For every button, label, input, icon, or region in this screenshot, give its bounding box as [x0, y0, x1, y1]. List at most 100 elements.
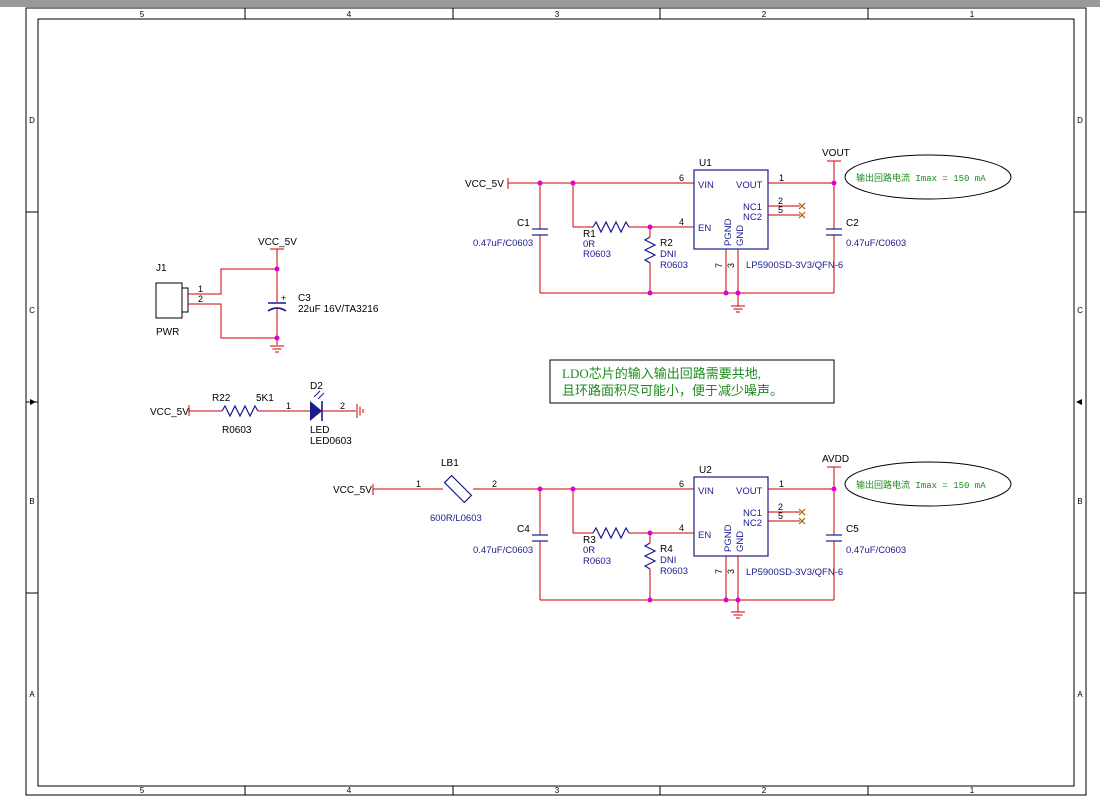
u1-pin1: 1 [779, 173, 784, 183]
led-indicator-block: VCC_5V R22 5K1 R0603 1 2 D2 LED LED0603 [150, 381, 364, 447]
zone-col-label: 2 [762, 10, 767, 19]
u2-ref: U2 [699, 465, 712, 476]
c1-ref: C1 [517, 218, 530, 229]
u2-nc2-pin: NC2 [743, 518, 762, 529]
r2-ref: R2 [660, 238, 673, 249]
u2-gnd-pin: GND [735, 531, 746, 552]
r4-ref: R4 [660, 544, 673, 555]
r2-footprint: R0603 [660, 260, 688, 271]
u2-pin5: 5 [778, 511, 783, 521]
c5-ref: C5 [846, 524, 859, 535]
ground-symbol [730, 305, 746, 313]
r3-footprint: R0603 [583, 556, 611, 567]
d2-ref: D2 [310, 381, 323, 392]
zone-row-label: B [1077, 497, 1082, 506]
layout-note-line1: LDO芯片的输入输出回路需要共地, [562, 366, 761, 381]
c4-ref: C4 [517, 524, 530, 535]
u2-pin6: 6 [679, 479, 684, 489]
u1-vin-pin: VIN [698, 180, 714, 191]
ground-symbol [730, 611, 746, 619]
u1-pin4: 4 [679, 217, 684, 227]
outer-frame [25, 7, 1087, 796]
zone-col-label: 1 [970, 786, 975, 795]
j1-pin2: 2 [198, 294, 203, 304]
ground-symbol [269, 345, 285, 353]
zone-row-label: D [1077, 116, 1083, 125]
net-label-vcc: VCC_5V [258, 237, 297, 248]
j1-value: PWR [156, 327, 179, 338]
u2-vout-pin: VOUT [736, 486, 763, 497]
u1-nc2-pin: NC2 [743, 212, 762, 223]
zone-col-label: 4 [347, 786, 352, 795]
ldo1-block: VCC_5V 6 U1 VIN VOUT EN NC1 NC2 PGND GND… [465, 148, 906, 313]
r1-resistor [592, 220, 630, 234]
current-note-text: 输出回路电流 Imax = 150 mA [856, 479, 986, 491]
d2-value: LED [310, 425, 329, 436]
u2-pin1: 1 [779, 479, 784, 489]
zone-row-label: C [1077, 306, 1083, 315]
ldo2-block: VCC_5V 1 2 LB1 600R/L0603 6 U2 VIN VOUT … [333, 454, 906, 619]
schematic-sheet: 5 4 3 2 1 5 4 3 2 1 D C B A D C B A VCC_… [0, 0, 1100, 796]
u1-pin3: 3 [726, 263, 736, 268]
u1-pgnd-pin: PGND [723, 218, 734, 246]
ground-symbol [356, 403, 364, 419]
zone-col-label: 5 [140, 10, 145, 19]
d2-footprint: LED0603 [310, 436, 352, 447]
zone-row-label: C [29, 306, 35, 315]
u2-pin7: 7 [714, 569, 724, 574]
u1-en-pin: EN [698, 223, 711, 234]
u2-pin4: 4 [679, 523, 684, 533]
j1-pin1: 1 [198, 284, 203, 294]
net-label-vout: VOUT [822, 148, 850, 159]
r3-value: 0R [583, 545, 595, 556]
u1-pin5: 5 [778, 205, 783, 215]
net-label-avdd: AVDD [822, 454, 849, 465]
r2-value: DNI [660, 249, 676, 260]
u1-pin6: 6 [679, 173, 684, 183]
power-connector-block: VCC_5V J1 PWR 1 2 + C3 22uF 16V/TA3216 [155, 237, 379, 353]
zone-row-label: B [29, 497, 34, 506]
current-note-text: 输出回路电流 Imax = 150 mA [856, 172, 986, 184]
c2-value: 0.47uF/C0603 [846, 238, 906, 249]
layout-note-line2: 且环路面积尽可能小，便于减少噪声。 [562, 383, 783, 398]
zone-col-label: 1 [970, 10, 975, 19]
r22-resistor [221, 404, 259, 418]
u1-gnd-pin: GND [735, 225, 746, 246]
u1-vout-pin: VOUT [736, 180, 763, 191]
d2-pin1: 1 [286, 401, 291, 411]
lb1-pin2: 2 [492, 479, 497, 489]
r4-footprint: R0603 [660, 566, 688, 577]
lb1-value: 600R/L0603 [430, 513, 482, 524]
u1-pin7: 7 [714, 263, 724, 268]
c3-value: 22uF 16V/TA3216 [298, 304, 379, 315]
zone-col-label: 4 [347, 10, 352, 19]
c3-ref: C3 [298, 293, 311, 304]
u1-ref: U1 [699, 158, 712, 169]
u1-part-number: LP5900SD-3V3/QFN-6 [746, 260, 843, 271]
lb1-ferrite-bead [443, 474, 473, 504]
lb1-ref: LB1 [441, 458, 459, 469]
zone-col-label: 2 [762, 786, 767, 795]
u2-en-pin: EN [698, 530, 711, 541]
j1-ref: J1 [156, 263, 167, 274]
r4-value: DNI [660, 555, 676, 566]
u2-vin-pin: VIN [698, 486, 714, 497]
net-label-vcc: VCC_5V [150, 407, 189, 418]
j1-connector-body [155, 282, 183, 319]
net-label-vcc: VCC_5V [465, 179, 504, 190]
u2-pgnd-pin: PGND [723, 524, 734, 552]
d2-pin2: 2 [340, 401, 345, 411]
r1-footprint: R0603 [583, 249, 611, 260]
r22-footprint: R0603 [222, 425, 252, 436]
r2-resistor [643, 236, 657, 264]
r22-value: 5K1 [256, 393, 274, 404]
zone-col-label: 5 [140, 786, 145, 795]
r22-ref: R22 [212, 393, 231, 404]
zone-row-label: A [1077, 690, 1083, 699]
zone-row-label: A [29, 690, 35, 699]
net-label-vcc: VCC_5V [333, 485, 372, 496]
c4-value: 0.47uF/C0603 [473, 545, 533, 556]
c3-polarity: + [281, 293, 286, 303]
lb1-pin1: 1 [416, 479, 421, 489]
zone-col-label: 3 [555, 10, 560, 19]
